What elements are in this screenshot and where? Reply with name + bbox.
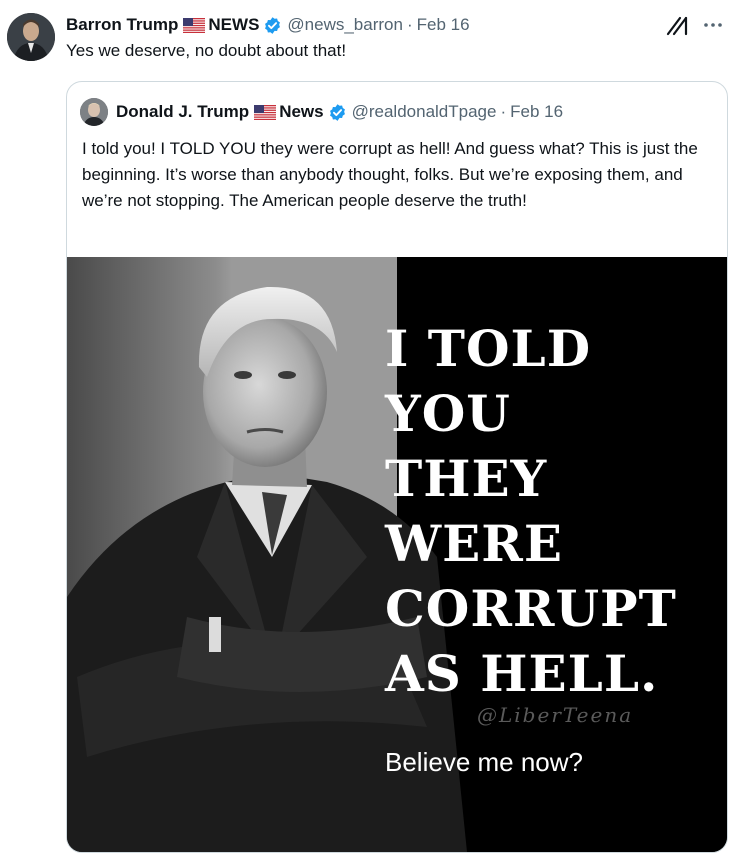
us-flag-icon [183,17,206,33]
author-handle[interactable]: @news_barron [287,15,403,35]
tweet-text: Yes we deserve, no doubt about that! [66,41,347,60]
quoted-author-handle[interactable]: @realdonaldTpage [352,102,497,122]
quoted-tweet-image[interactable]: I TOLD YOU THEY WERE CORRUPT AS HELL. @L… [67,257,727,852]
quoted-tweet-text: I told you! I TOLD YOU they were corrupt… [82,139,698,210]
quoted-tweet[interactable]: Donald J. Trump News @realdonaldTpage · … [66,81,728,853]
poster-text-line: AS HELL. [385,644,659,703]
more-icon[interactable] [703,15,723,35]
image-caption: Believe me now? [385,747,583,777]
poster-text-line: CORRUPT [385,579,677,638]
quoted-author-avatar[interactable] [80,98,108,126]
verified-badge-icon [263,16,282,35]
tweet-actions [665,14,723,36]
author-suffix[interactable]: NEWS [208,15,259,35]
author-name[interactable]: Barron Trump [66,15,178,35]
poster-text-line: YOU [385,384,511,443]
grok-icon[interactable] [665,14,689,36]
poster-text-line: THEY [385,449,548,508]
quoted-tweet-header: Donald J. Trump News @realdonaldTpage · … [80,98,563,126]
quoted-tweet-date[interactable]: Feb 16 [510,102,563,122]
tweet-header: Barron Trump NEWS @news_barron · Feb 16 [66,13,470,37]
verified-badge-icon [328,103,347,122]
separator-dot: · [500,102,507,121]
image-watermark: @LiberTeena [477,703,634,727]
quoted-author-suffix[interactable]: News [279,102,323,122]
author-avatar[interactable] [7,13,55,61]
quoted-author-name[interactable]: Donald J. Trump [116,102,249,122]
poster-text-line: I TOLD [385,319,592,378]
tweet-date[interactable]: Feb 16 [417,15,470,35]
us-flag-icon [254,104,277,120]
poster-text-line: WERE [385,514,563,573]
tweet[interactable]: Barron Trump NEWS @news_barron · Feb 16 … [0,0,733,862]
separator-dot: · [406,15,413,34]
